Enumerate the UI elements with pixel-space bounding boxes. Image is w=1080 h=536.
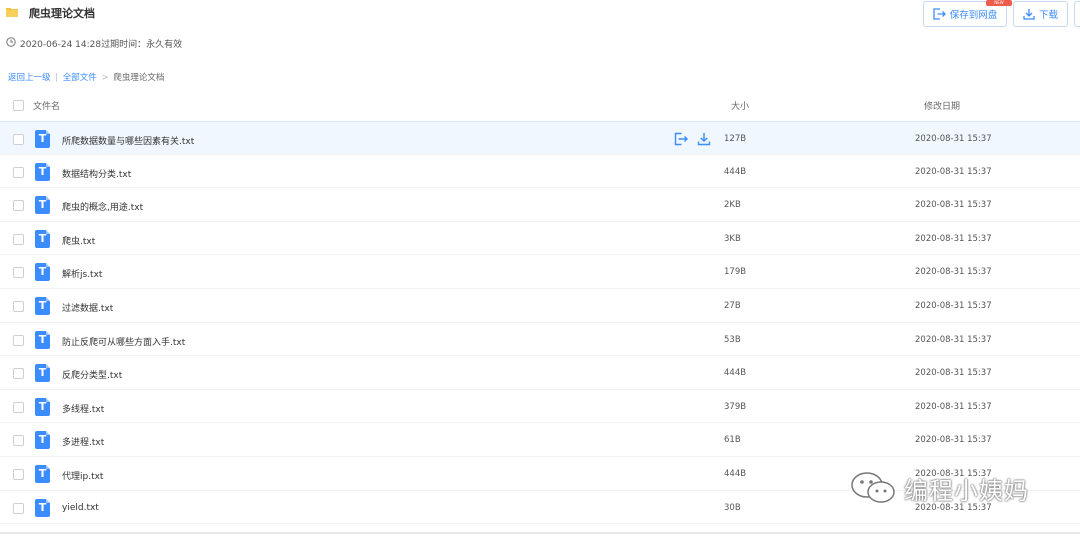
file-size: 444B [724,468,747,479]
watermark-text: 编程小姨妈 [904,476,1029,505]
save-icon [933,8,946,20]
clock-icon [6,37,16,47]
download-icon [1023,9,1035,20]
txt-file-icon: T [35,196,50,215]
row-save-icon[interactable] [674,132,688,146]
file-date: 2020-08-31 15:37 [915,200,992,211]
row-checkbox[interactable] [13,334,24,346]
row-checkbox[interactable] [13,134,24,145]
bottom-divider [0,532,1080,534]
txt-file-icon: T [35,464,50,483]
row-actions [674,132,711,146]
txt-file-icon: T [35,397,50,416]
column-name[interactable]: 文件名 [33,99,60,112]
file-row[interactable]: T 爬虫.txt 3KB 2020-08-31 15:37 [0,222,1080,256]
file-date: 2020-08-31 15:37 [915,233,992,244]
column-size[interactable]: 大小 [731,99,749,112]
folder-icon [6,8,18,17]
new-badge: NEW [986,0,1012,6]
file-size: 27B [724,300,741,311]
txt-file-icon: T [35,296,50,315]
row-checkbox[interactable] [13,435,24,447]
row-checkbox[interactable] [13,300,24,312]
file-row[interactable]: T 防止反爬可从哪些方面入手.txt 53B 2020-08-31 15:37 [0,323,1080,357]
file-name[interactable]: 过滤数据.txt [62,301,113,314]
file-size: 3KB [724,233,741,244]
row-checkbox[interactable] [13,200,24,212]
file-name[interactable]: 反爬分类型.txt [62,368,122,381]
file-date: 2020-08-31 15:37 [915,368,992,379]
download-label: 下载 [1038,10,1058,21]
file-row[interactable]: T 解析js.txt 179B 2020-08-31 15:37 [0,255,1080,289]
file-list: T 所爬数据数量与哪些因素有关.txt 127B 2020-08-31 15:3… [0,121,1080,525]
txt-file-icon: T [35,364,50,383]
folder-title: 爬虫理论文档 [29,7,95,20]
file-row[interactable]: T 所爬数据数量与哪些因素有关.txt 127B 2020-08-31 15:3… [0,121,1080,155]
file-size: 444B [724,368,747,379]
row-checkbox[interactable] [13,267,24,279]
file-name[interactable]: 防止反爬可从哪些方面入手.txt [62,335,185,348]
breadcrumb-current: 爬虫理论文档 [113,73,165,83]
file-name[interactable]: 所爬数据数量与哪些因素有关.txt [62,134,194,147]
more-button[interactable] [1074,1,1080,27]
file-size: 30B [724,502,741,513]
file-date: 2020-08-31 15:37 [915,334,992,345]
select-all-checkbox[interactable] [13,100,24,111]
row-checkbox[interactable] [13,368,24,380]
file-name[interactable]: 爬虫.txt [62,234,95,247]
row-download-icon[interactable] [697,132,711,146]
file-name[interactable]: 解析js.txt [62,267,102,280]
file-name[interactable]: 多线程.txt [62,402,104,415]
breadcrumb-separator: | [55,73,59,83]
txt-file-icon: T [35,330,50,349]
share-meta: 2020-06-24 14:28过期时间：永久有效 [20,40,183,50]
row-checkbox[interactable] [13,401,24,413]
column-header: 文件名 大小 修改日期 [0,90,1080,120]
row-checkbox[interactable] [13,166,24,178]
file-name[interactable]: 爬虫的概念,用途.txt [62,200,143,213]
txt-file-icon: T [35,229,50,248]
file-row[interactable]: T 多进程.txt 61B 2020-08-31 15:37 [0,423,1080,457]
txt-file-icon: T [35,431,50,450]
column-date[interactable]: 修改日期 [924,99,960,112]
file-date: 2020-08-31 15:37 [915,300,992,311]
file-name[interactable]: yield.txt [62,503,99,513]
file-row[interactable]: T 过滤数据.txt 27B 2020-08-31 15:37 [0,289,1080,323]
save-label: 保存到网盘 [949,10,998,21]
file-name[interactable]: 代理ip.txt [62,469,103,482]
file-row[interactable]: T 数据结构分类.txt 444B 2020-08-31 15:37 [0,155,1080,189]
row-checkbox[interactable] [13,502,24,514]
share-header: 爬虫理论文档 2020-06-24 14:28过期时间：永久有效 保存到网盘 N… [0,0,1080,62]
file-date: 2020-08-31 15:37 [915,134,992,144]
row-checkbox[interactable] [13,468,24,480]
txt-file-icon: T [35,498,50,517]
file-row[interactable]: T 多线程.txt 379B 2020-08-31 15:37 [0,390,1080,424]
wechat-icon [851,472,895,503]
file-size: 444B [724,166,747,177]
file-date: 2020-08-31 15:37 [915,435,992,446]
file-size: 53B [724,334,741,345]
file-size: 379B [724,401,747,412]
txt-file-icon: T [35,130,50,148]
download-button[interactable]: 下载 [1013,1,1068,27]
file-date: 2020-08-31 15:37 [915,401,992,412]
txt-file-icon: T [35,263,50,282]
row-checkbox[interactable] [13,233,24,245]
file-row[interactable]: T 爬虫的概念,用途.txt 2KB 2020-08-31 15:37 [0,188,1080,222]
breadcrumb-chevron: > [101,73,109,83]
file-date: 2020-08-31 15:37 [915,166,992,177]
watermark: 编程小姨妈 [850,470,1029,506]
file-size: 2KB [724,200,741,211]
file-size: 61B [724,435,741,446]
file-name[interactable]: 数据结构分类.txt [62,167,131,180]
file-date: 2020-08-31 15:37 [915,267,992,278]
file-size: 179B [724,267,747,278]
file-name[interactable]: 多进程.txt [62,435,104,448]
txt-file-icon: T [35,162,50,181]
back-link[interactable]: 返回上一级 [8,73,51,83]
breadcrumb: 返回上一级 | 全部文件 > 爬虫理论文档 [8,71,164,83]
file-row[interactable]: T 反爬分类型.txt 444B 2020-08-31 15:37 [0,356,1080,390]
file-size: 127B [724,134,747,144]
all-files-link[interactable]: 全部文件 [63,73,97,83]
